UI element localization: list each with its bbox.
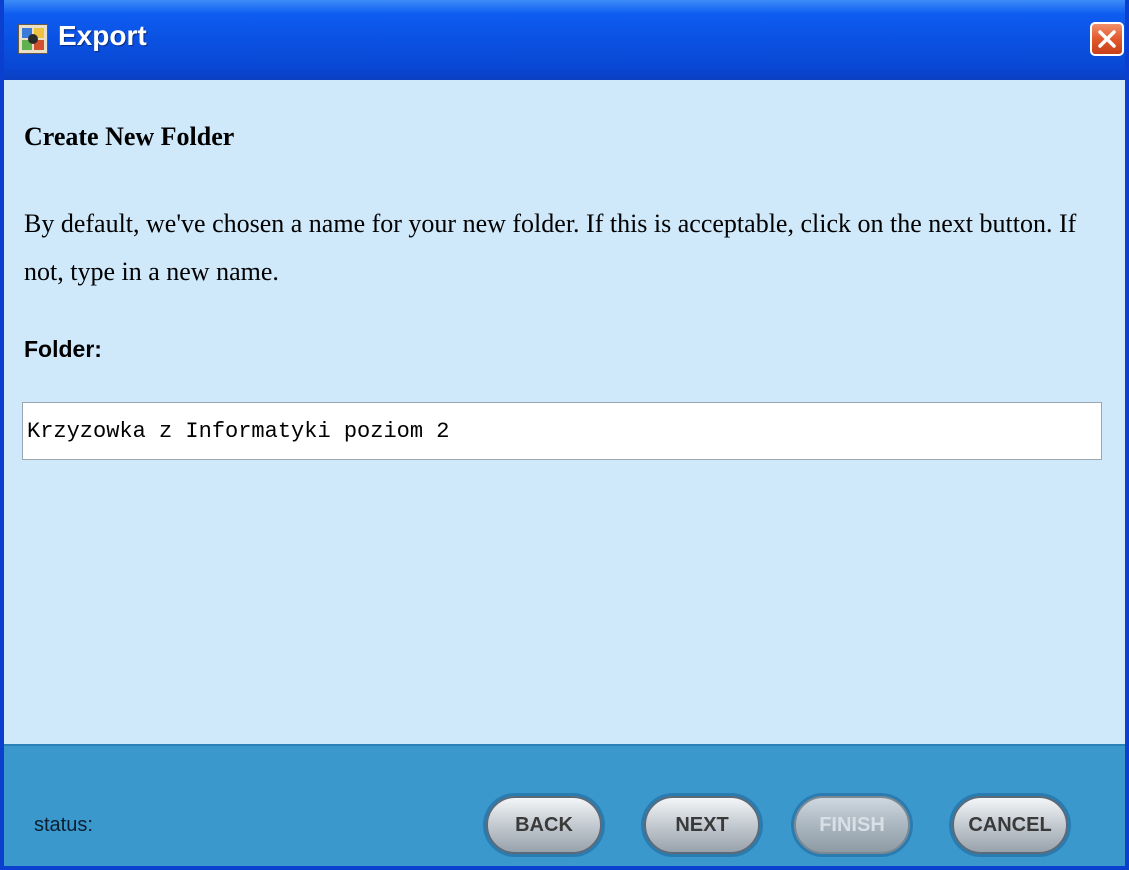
cancel-button[interactable]: CANCEL (952, 796, 1068, 854)
close-button[interactable] (1090, 22, 1124, 56)
status-label: status: (34, 814, 93, 836)
app-icon (18, 24, 48, 54)
folder-name-input[interactable] (22, 402, 1102, 460)
export-dialog: Export Create New Folder By default, we'… (0, 0, 1129, 870)
instructions-text: By default, we've chosen a name for your… (24, 209, 1077, 286)
next-button[interactable]: NEXT (644, 796, 760, 854)
close-icon (1098, 30, 1116, 48)
dialog-footer: status: BACK NEXT FINISH CANCEL (4, 744, 1125, 866)
finish-button: FINISH (794, 796, 910, 854)
title-bar[interactable]: Export (4, 0, 1125, 80)
back-button[interactable]: BACK (486, 796, 602, 854)
window-title: Export (58, 20, 147, 51)
folder-label: Folder: (24, 336, 102, 362)
page-title: Create New Folder (24, 122, 235, 151)
dialog-content: Create New Folder By default, we've chos… (4, 80, 1125, 744)
